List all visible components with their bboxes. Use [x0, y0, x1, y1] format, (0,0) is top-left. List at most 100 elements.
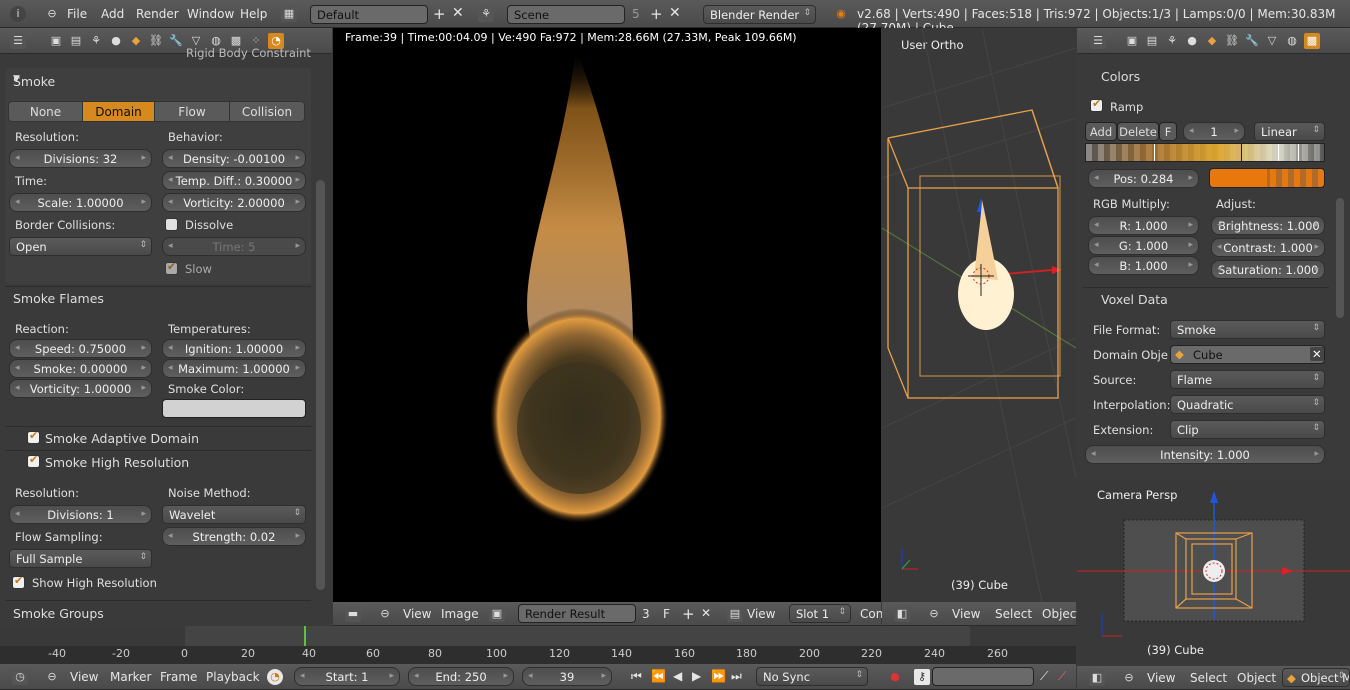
intensity-field[interactable]: Intensity: 1.000: [1085, 445, 1325, 464]
noise-method-select[interactable]: Wavelet: [162, 505, 306, 524]
scene-tab-icon[interactable]: ⚘: [1164, 33, 1180, 49]
image-browse-icon[interactable]: ▣: [489, 606, 505, 622]
render-tab-icon[interactable]: ▣: [1124, 33, 1140, 49]
timeline-type-icon[interactable]: ◷: [12, 669, 28, 685]
density-field[interactable]: Density: -0.00100: [162, 149, 306, 168]
modifiers-tab-icon[interactable]: 🔧: [1244, 33, 1260, 49]
ramp-stop[interactable]: [1298, 144, 1299, 161]
show-high-resolution-checkbox[interactable]: [12, 574, 25, 589]
collapse-menu-icon[interactable]: ⊖: [44, 6, 60, 22]
camera-menu-view[interactable]: View: [1147, 671, 1175, 685]
object-tab-icon[interactable]: ◆: [128, 33, 144, 49]
keying-set-field[interactable]: [932, 667, 1034, 686]
preview-range-icon[interactable]: ◔: [267, 669, 283, 685]
image-editor-type-icon[interactable]: ▬: [345, 606, 361, 622]
timeline[interactable]: [0, 626, 1076, 664]
contrast-field[interactable]: Contrast: 1.000: [1211, 238, 1325, 257]
composite-select[interactable]: Con: [860, 607, 883, 621]
ramp-color-swatch[interactable]: [1209, 168, 1325, 188]
ramp-checkbox[interactable]: [1090, 97, 1103, 112]
play-reverse-icon[interactable]: ◀: [673, 669, 682, 683]
view-select[interactable]: View: [747, 607, 775, 621]
material-tab-icon[interactable]: ◍: [1284, 33, 1300, 49]
scene-tab-icon[interactable]: ⚘: [88, 33, 104, 49]
color-ramp[interactable]: [1085, 143, 1325, 162]
timeline-menu-marker[interactable]: Marker: [110, 670, 151, 684]
saturation-field[interactable]: Saturation: 1.000: [1211, 260, 1325, 279]
ramp-flip-button[interactable]: F: [1159, 122, 1177, 141]
collapse-icon[interactable]: ⊖: [377, 606, 393, 622]
next-keyframe-icon[interactable]: ⏩: [711, 669, 726, 683]
end-frame-field[interactable]: End: 250: [408, 667, 514, 686]
delete-keyframe-icon[interactable]: ⟋: [1058, 669, 1066, 684]
texture-tab-icon[interactable]: ▩: [1304, 33, 1320, 49]
source-select[interactable]: Flame: [1170, 370, 1325, 389]
temp-diff-field[interactable]: Temp. Diff.: 0.30000: [162, 171, 306, 190]
layout-field[interactable]: Default: [310, 5, 428, 24]
3d-view-type-icon[interactable]: ◧: [894, 606, 910, 622]
editor-type-icon[interactable]: ☰: [10, 33, 26, 49]
add-layout-icon[interactable]: +: [433, 5, 446, 23]
timeline-menu-frame[interactable]: Frame: [160, 670, 197, 684]
layout-icon[interactable]: ▦: [281, 6, 297, 22]
hr-divisions-field[interactable]: Divisions: 1: [9, 505, 152, 524]
left-scrollbar[interactable]: [316, 180, 325, 590]
ramp-stop[interactable]: [1278, 144, 1279, 161]
scale-field[interactable]: Scale: 1.00000: [9, 193, 152, 212]
strength-field[interactable]: Strength: 0.02: [162, 527, 306, 546]
world-tab-icon[interactable]: ●: [1184, 33, 1200, 49]
right-scrollbar[interactable]: [1336, 198, 1344, 318]
dissolve-time-field[interactable]: Time: 5: [162, 237, 306, 256]
tab-collision[interactable]: Collision: [229, 101, 305, 122]
vorticity-field[interactable]: Vorticity: 2.00000: [162, 193, 306, 212]
render-tab-icon[interactable]: ▣: [48, 33, 64, 49]
viewport-menu-select[interactable]: Select: [995, 607, 1032, 621]
scene-icon[interactable]: ⚘: [478, 6, 494, 22]
high-resolution-checkbox[interactable]: [27, 453, 40, 468]
dissolve-checkbox[interactable]: [165, 218, 178, 231]
smoke-groups-title[interactable]: Smoke Groups: [13, 606, 104, 621]
menu-view[interactable]: View: [403, 607, 431, 621]
flame-smoke-field[interactable]: Smoke: 0.00000: [9, 359, 152, 378]
viewport-menu-object[interactable]: Object: [1042, 607, 1081, 621]
colors-panel-title[interactable]: Colors: [1101, 69, 1140, 84]
timeline-menu-view[interactable]: View: [70, 670, 98, 684]
ramp-stop[interactable]: [1241, 144, 1242, 161]
collapse-icon[interactable]: ⊖: [44, 669, 60, 685]
menu-image[interactable]: Image: [441, 607, 479, 621]
ramp-add-button[interactable]: Add: [1085, 122, 1117, 141]
file-format-select[interactable]: Smoke: [1170, 320, 1325, 339]
camera-menu-object[interactable]: Object: [1237, 671, 1276, 685]
sync-select[interactable]: No Sync: [756, 667, 868, 686]
jump-end-icon[interactable]: ⏭: [731, 669, 742, 684]
divisions-field[interactable]: Divisions: 32: [9, 149, 152, 168]
g-field[interactable]: G: 1.000: [1088, 236, 1199, 255]
3d-viewport[interactable]: User Ortho (39) Cube: [882, 28, 1076, 602]
flame-vorticity-field[interactable]: Vorticity: 1.00000: [9, 379, 152, 398]
menu-help[interactable]: Help: [240, 7, 267, 21]
add-scene-icon[interactable]: +: [650, 5, 663, 23]
render-result-field[interactable]: Render Result: [518, 604, 636, 623]
maximum-field[interactable]: Maximum: 1.00000: [162, 359, 306, 378]
ramp-stop[interactable]: [1154, 144, 1155, 161]
interpolation-select[interactable]: Quadratic: [1170, 395, 1325, 414]
play-icon[interactable]: ▶: [692, 669, 701, 683]
menu-add[interactable]: Add: [101, 7, 124, 21]
display-channels-icon[interactable]: ▤: [727, 606, 743, 622]
ramp-index-field[interactable]: 1: [1183, 122, 1245, 141]
smoke-adaptive-title[interactable]: Smoke Adaptive Domain: [45, 431, 199, 446]
start-frame-field[interactable]: Start: 1: [294, 667, 400, 686]
close-layout-icon[interactable]: ✕: [452, 5, 464, 21]
prev-panel-button[interactable]: Rigid Body Constraint: [186, 46, 311, 60]
layers-tab-icon[interactable]: ▤: [68, 33, 84, 49]
tab-none[interactable]: None: [8, 101, 83, 122]
ramp-interpolation-select[interactable]: Linear: [1254, 122, 1325, 141]
voxel-data-title[interactable]: Voxel Data: [1101, 292, 1168, 307]
modifiers-tab-icon[interactable]: 🔧: [168, 33, 184, 49]
extension-select[interactable]: Clip: [1170, 420, 1325, 439]
brightness-field[interactable]: Brightness: 1.000: [1211, 216, 1325, 235]
world-tab-icon[interactable]: ●: [108, 33, 124, 49]
menu-file[interactable]: File: [67, 7, 87, 21]
clear-domain-icon[interactable]: ✕: [1310, 347, 1324, 361]
constraints-tab-icon[interactable]: ⛓: [148, 33, 164, 49]
